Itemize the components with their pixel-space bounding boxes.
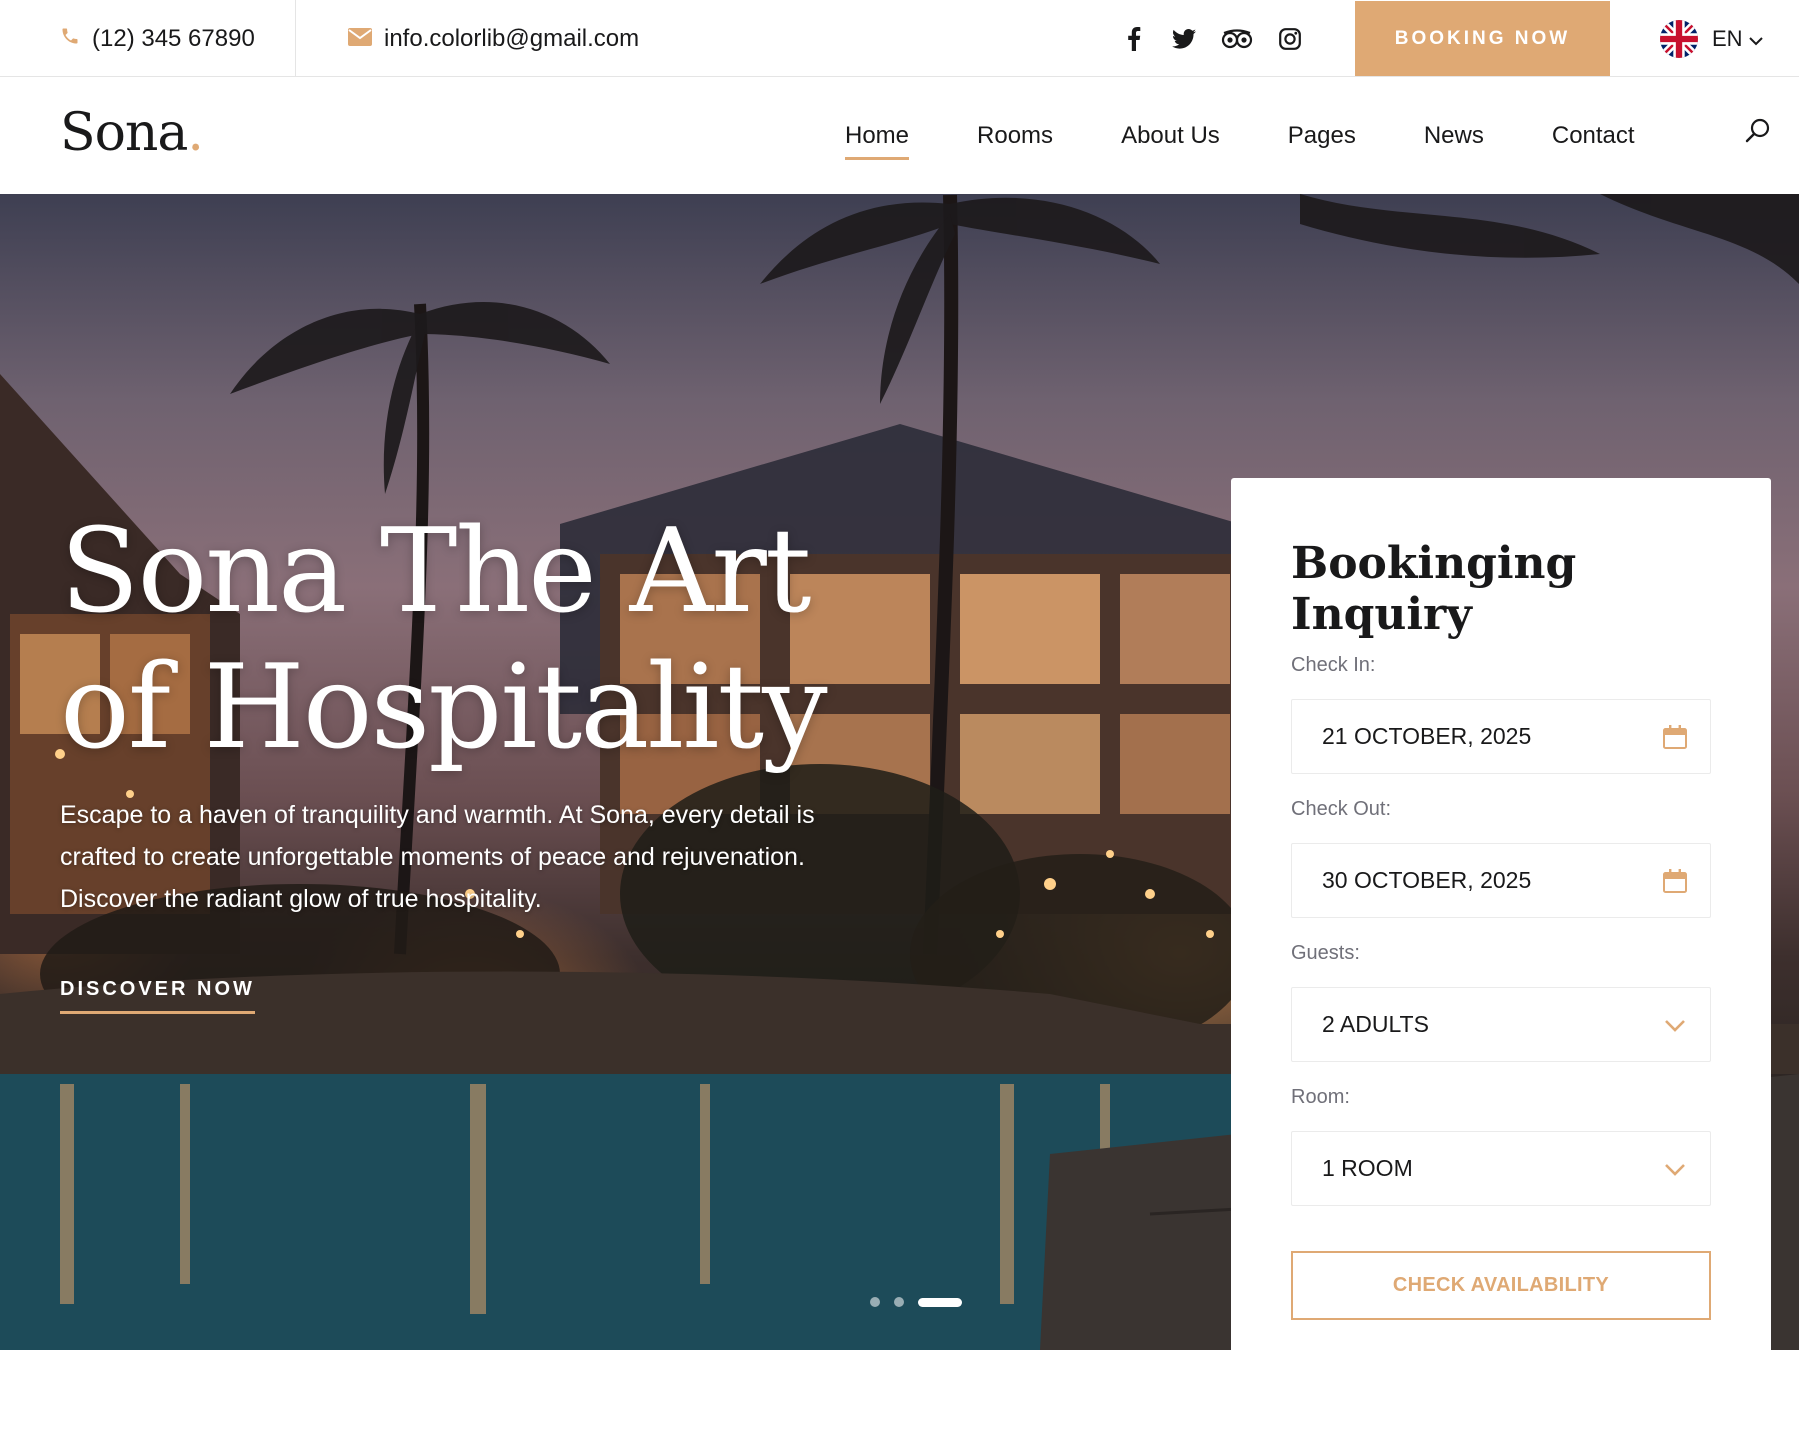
- calendar-icon: [1662, 868, 1688, 894]
- guests-label: Guests:: [1291, 942, 1360, 964]
- instagram-icon[interactable]: [1276, 25, 1304, 53]
- slider-dot-2[interactable]: [894, 1297, 904, 1307]
- logo-dot: .: [187, 103, 204, 163]
- main-header: Sona. Home Rooms About Us Pages News Con…: [0, 77, 1799, 194]
- booking-title: Bookinging Inquiry: [1291, 538, 1577, 640]
- site-logo[interactable]: Sona.: [60, 103, 204, 163]
- top-bar: (12) 345 67890 info.colorlib@gmail.com B…: [0, 0, 1799, 77]
- calendar-icon: [1662, 724, 1688, 750]
- twitter-icon[interactable]: [1170, 25, 1198, 53]
- tripadvisor-icon[interactable]: [1220, 25, 1254, 53]
- check-in-label: Check In:: [1291, 654, 1376, 676]
- nav-about-us[interactable]: About Us: [1121, 116, 1220, 156]
- mail-icon: [348, 25, 372, 53]
- room-label: Room:: [1291, 1086, 1350, 1108]
- guests-select[interactable]: 2 ADULTS: [1291, 987, 1711, 1062]
- main-nav: Home Rooms About Us Pages News Contact: [845, 77, 1635, 194]
- uk-flag-icon: [1660, 19, 1698, 58]
- nav-home[interactable]: Home: [845, 116, 910, 160]
- check-availability-button[interactable]: CHECK AVAILABILITY: [1291, 1251, 1711, 1320]
- hero-slider: Sona The Art of Hospitality Escape to a …: [0, 194, 1799, 1350]
- topbar-divider: [295, 0, 296, 77]
- hero-title-line-1: Sona The Art: [60, 504, 811, 639]
- language-selector[interactable]: EN: [1660, 0, 1763, 77]
- email-address: info.colorlib@gmail.com: [384, 24, 640, 52]
- search-icon[interactable]: [1744, 117, 1774, 147]
- email-contact[interactable]: info.colorlib@gmail.com: [348, 0, 639, 77]
- room-select[interactable]: 1 ROOM: [1291, 1131, 1711, 1206]
- phone-contact[interactable]: (12) 345 67890: [60, 0, 255, 77]
- check-out-value: 30 OCTOBER, 2025: [1322, 867, 1532, 893]
- hero-title-line-2: of Hospitality: [60, 640, 828, 775]
- room-value: 1 ROOM: [1322, 1155, 1413, 1181]
- chevron-down-icon: [1662, 1156, 1688, 1182]
- check-in-value: 21 OCTOBER, 2025: [1322, 723, 1532, 749]
- phone-number: (12) 345 67890: [92, 24, 255, 52]
- discover-now-link[interactable]: DISCOVER NOW: [60, 978, 255, 1014]
- phone-icon: [60, 25, 80, 53]
- nav-contact[interactable]: Contact: [1552, 116, 1635, 156]
- slider-dot-1[interactable]: [870, 1297, 880, 1307]
- language-code: EN: [1712, 25, 1743, 51]
- guests-value: 2 ADULTS: [1322, 1011, 1429, 1037]
- chevron-down-icon: [1748, 26, 1763, 52]
- nav-news[interactable]: News: [1424, 116, 1484, 156]
- check-out-label: Check Out:: [1291, 798, 1392, 820]
- hero-title: Sona The Art of Hospitality: [60, 504, 960, 776]
- check-out-field[interactable]: 30 OCTOBER, 2025: [1291, 843, 1711, 918]
- facebook-icon[interactable]: [1120, 25, 1148, 53]
- nav-pages[interactable]: Pages: [1288, 116, 1356, 156]
- logo-text: Sona: [60, 103, 188, 163]
- chevron-down-icon: [1662, 1012, 1688, 1038]
- slider-dots: [870, 1297, 962, 1307]
- slider-dot-3[interactable]: [918, 1297, 962, 1307]
- nav-rooms[interactable]: Rooms: [977, 116, 1053, 156]
- booking-inquiry-card: Bookinging Inquiry Check In: 21 OCTOBER,…: [1231, 478, 1771, 1350]
- check-in-field[interactable]: 21 OCTOBER, 2025: [1291, 699, 1711, 774]
- booking-now-button[interactable]: BOOKING NOW: [1355, 1, 1610, 76]
- hero-description: Escape to a haven of tranquility and war…: [60, 801, 815, 913]
- social-links: [1120, 0, 1304, 77]
